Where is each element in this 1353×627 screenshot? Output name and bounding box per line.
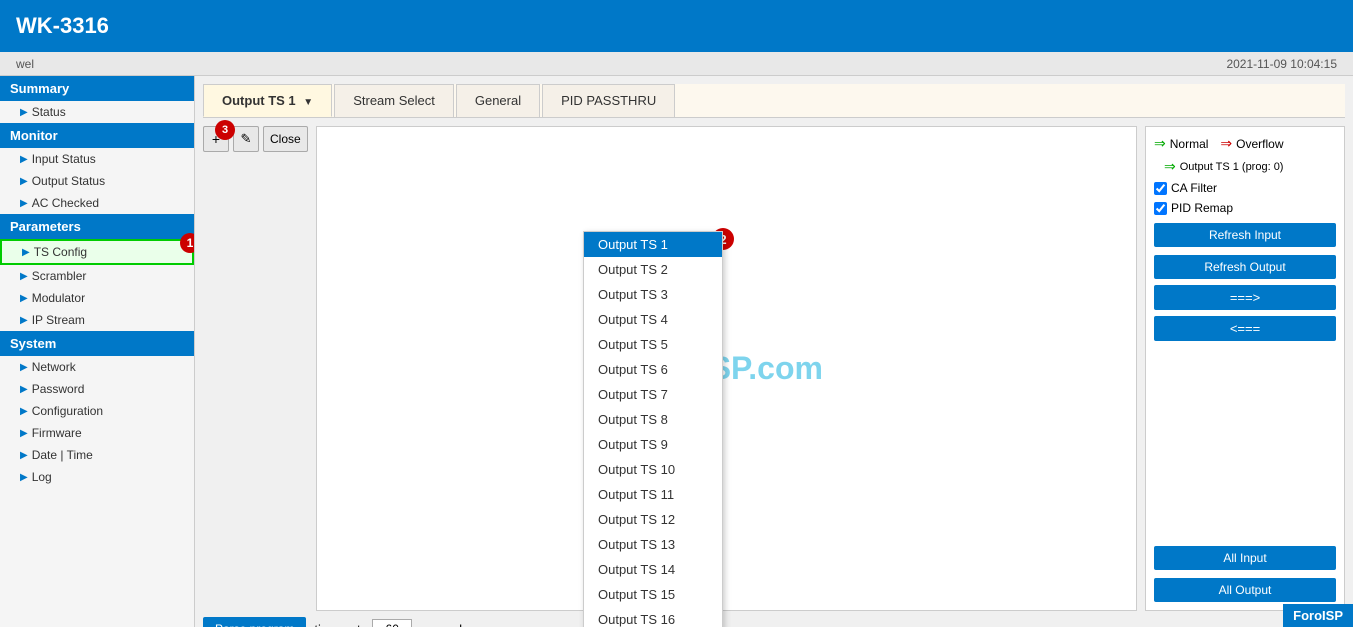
arrow-icon: ▶: [22, 247, 30, 258]
normal-arrow-icon: ⇒: [1154, 135, 1166, 152]
arrow-icon: ▶: [20, 293, 28, 304]
arrow-icon: ▶: [20, 450, 28, 461]
tab-general[interactable]: General: [456, 84, 540, 117]
sidebar-section-summary[interactable]: Summary: [0, 76, 194, 101]
sidebar-item-modulator[interactable]: ▶ Modulator: [0, 287, 194, 309]
subheader-left: wel: [16, 57, 34, 71]
edit-button[interactable]: ✎: [233, 126, 259, 152]
arrow-icon: ▶: [20, 107, 28, 118]
overflow-arrow-icon: ⇒: [1220, 135, 1232, 152]
sidebar-item-status[interactable]: ▶ Status: [0, 101, 194, 123]
forward-button[interactable]: ===>: [1154, 285, 1336, 310]
sidebar-section-monitor[interactable]: Monitor: [0, 123, 194, 148]
arrow-icon: ▶: [20, 198, 28, 209]
output-ts-dropdown: Output TS 1 Output TS 2 Output TS 3 Outp…: [583, 231, 723, 627]
ca-filter-row: CA Filter: [1154, 181, 1336, 195]
dropdown-item-6[interactable]: Output TS 6: [584, 357, 722, 382]
dropdown-item-15[interactable]: Output TS 15: [584, 582, 722, 607]
main-layout: Summary ▶ Status Monitor ▶ Input Status …: [0, 76, 1353, 627]
arrow-icon: ▶: [20, 384, 28, 395]
close-button[interactable]: Close: [263, 126, 308, 152]
arrow-icon: ▶: [20, 176, 28, 187]
dropdown-item-14[interactable]: Output TS 14: [584, 557, 722, 582]
pid-remap-checkbox[interactable]: [1154, 202, 1167, 215]
sidebar-item-firmware[interactable]: ▶ Firmware: [0, 422, 194, 444]
sidebar-item-datetime[interactable]: ▶ Date | Time: [0, 444, 194, 466]
dropdown-item-8[interactable]: Output TS 8: [584, 407, 722, 432]
subheader: wel 2021-11-09 10:04:15: [0, 52, 1353, 76]
arrow-icon: ▶: [20, 271, 28, 282]
app-header: WK-3316: [0, 0, 1353, 52]
arrow-icon: ▶: [20, 315, 28, 326]
sidebar-item-ip-stream[interactable]: ▶ IP Stream: [0, 309, 194, 331]
timeout-input[interactable]: [372, 619, 412, 627]
add-button-container: + 3: [203, 126, 229, 152]
sidebar-item-scrambler[interactable]: ▶ Scrambler: [0, 265, 194, 287]
ca-filter-checkbox[interactable]: [1154, 182, 1167, 195]
sidebar-item-log[interactable]: ▶ Log: [0, 466, 194, 488]
subheader-datetime: 2021-11-09 10:04:15: [1226, 57, 1337, 71]
dropdown-item-4[interactable]: Output TS 4: [584, 307, 722, 332]
sidebar-item-network[interactable]: ▶ Network: [0, 356, 194, 378]
refresh-output-button[interactable]: Refresh Output: [1154, 255, 1336, 279]
tabs-row: Output TS 1 ▼ Stream Select General PID …: [203, 84, 1345, 118]
legend-normal: ⇒ Normal ⇒ Overflow: [1154, 135, 1336, 152]
tab-output-ts1[interactable]: Output TS 1 ▼: [203, 84, 332, 117]
dropdown-item-1[interactable]: Output TS 1: [584, 232, 722, 257]
pid-remap-row: PID Remap: [1154, 201, 1336, 215]
left-panel: + 3 ✎ Close: [203, 126, 308, 611]
sidebar-item-ts-config[interactable]: ▶ TS Config 1: [0, 239, 194, 265]
sidebar-item-configuration[interactable]: ▶ Configuration: [0, 400, 194, 422]
arrow-icon: ▶: [20, 362, 28, 373]
sidebar-section-system[interactable]: System: [0, 331, 194, 356]
content-area: Output TS 1 ▼ Stream Select General PID …: [195, 76, 1353, 627]
legend-output: ⇒ Output TS 1 (prog: 0): [1154, 158, 1336, 175]
sidebar: Summary ▶ Status Monitor ▶ Input Status …: [0, 76, 195, 627]
dropdown-item-9[interactable]: Output TS 9: [584, 432, 722, 457]
arrow-icon: ▶: [20, 154, 28, 165]
arrow-icon: ▶: [20, 428, 28, 439]
dropdown-arrow-icon: ▼: [303, 97, 313, 108]
right-panel: ⇒ Normal ⇒ Overflow ⇒ Output TS 1 (prog:…: [1145, 126, 1345, 611]
arrow-icon: ▶: [20, 406, 28, 417]
dropdown-item-12[interactable]: Output TS 12: [584, 507, 722, 532]
sidebar-item-password[interactable]: ▶ Password: [0, 378, 194, 400]
dropdown-item-11[interactable]: Output TS 11: [584, 482, 722, 507]
arrow-icon: ▶: [20, 472, 28, 483]
dropdown-item-7[interactable]: Output TS 7: [584, 382, 722, 407]
app-title: WK-3316: [16, 13, 109, 39]
tab-stream-select[interactable]: Stream Select: [334, 84, 454, 117]
output-arrow-icon: ⇒: [1164, 158, 1176, 175]
refresh-input-button[interactable]: Refresh Input: [1154, 223, 1336, 247]
sidebar-item-output-status[interactable]: ▶ Output Status: [0, 170, 194, 192]
dropdown-item-3[interactable]: Output TS 3: [584, 282, 722, 307]
annotation-badge-1: 1: [180, 233, 195, 253]
brand-badge: ForoISP: [1283, 604, 1353, 627]
sidebar-item-ac-checked[interactable]: ▶ AC Checked: [0, 192, 194, 214]
center-panel: ForoISP.com: [316, 126, 1137, 611]
parse-program-button[interactable]: Parse program: [203, 617, 306, 627]
dropdown-item-5[interactable]: Output TS 5: [584, 332, 722, 357]
sidebar-item-input-status[interactable]: ▶ Input Status: [0, 148, 194, 170]
tab-pid-passthru[interactable]: PID PASSTHRU: [542, 84, 675, 117]
sidebar-section-parameters[interactable]: Parameters: [0, 214, 194, 239]
dropdown-item-13[interactable]: Output TS 13: [584, 532, 722, 557]
dropdown-item-10[interactable]: Output TS 10: [584, 457, 722, 482]
all-input-button[interactable]: All Input: [1154, 546, 1336, 570]
bottom-bar: Parse program time out: seconds: [203, 617, 1345, 627]
dropdown-item-16[interactable]: Output TS 16: [584, 607, 722, 627]
dropdown-item-2[interactable]: Output TS 2: [584, 257, 722, 282]
all-output-button[interactable]: All Output: [1154, 578, 1336, 602]
toolbar-buttons: + 3 ✎ Close: [203, 126, 308, 152]
back-button[interactable]: <===: [1154, 316, 1336, 341]
annotation-badge-3: 3: [215, 120, 235, 140]
inner-layout: + 3 ✎ Close ForoISP.com ⇒ Normal ⇒ Overf…: [203, 126, 1345, 611]
